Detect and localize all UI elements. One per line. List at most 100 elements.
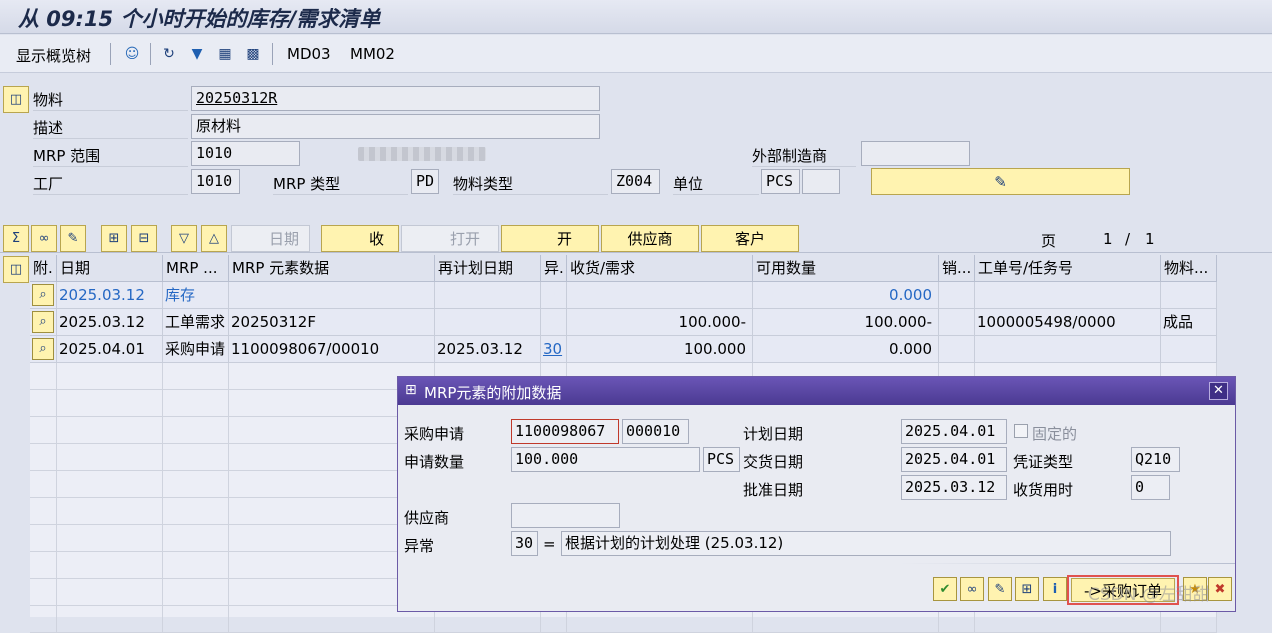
plant-label: 工厂 — [33, 173, 188, 195]
customer-button[interactable]: 客户 — [701, 225, 799, 252]
grid-line — [162, 363, 163, 390]
release-date-label: 批准日期 — [743, 481, 804, 499]
cell-mrp: 工单需求 — [163, 309, 229, 336]
cell-mrp: 库存 — [163, 282, 229, 309]
layout-icon[interactable]: ◫ — [3, 256, 29, 283]
md03-button[interactable]: MD03 — [287, 45, 331, 63]
vendor-button[interactable]: 供应商 — [601, 225, 699, 252]
dialog-icon: ⊞ — [405, 382, 417, 398]
cancel-icon[interactable]: ✖ — [1208, 577, 1232, 601]
cell-data: 20250312F — [229, 309, 435, 336]
material-type-label: 物料类型 — [453, 173, 608, 195]
grid-header-row: 附. 日期 MRP ... MRP 元素数据 再计划日期 异. 收货/需求 可用… — [30, 255, 1217, 282]
cell-data: 1100098067/00010 — [229, 336, 435, 363]
grid-line — [162, 417, 163, 444]
cell-mat: 成品 — [1161, 309, 1217, 336]
vendor-label: 供应商 — [404, 509, 450, 527]
col-header[interactable]: 再计划日期 — [435, 255, 541, 282]
col-header[interactable]: 收货/需求 — [567, 255, 753, 282]
description-label: 描述 — [33, 117, 188, 139]
edit-header-button[interactable]: ✎ — [871, 168, 1130, 195]
grid-line — [228, 444, 229, 471]
collapse-tree-icon[interactable]: ⊟ — [131, 225, 157, 252]
cell-sales — [939, 309, 975, 336]
fixed-checkbox[interactable] — [1014, 424, 1028, 438]
grid-line — [162, 525, 163, 552]
cell-date: 2025.03.12 — [57, 282, 163, 309]
pencil-icon[interactable]: ✎ — [60, 225, 86, 252]
release-date-field: 2025.03.12 — [901, 475, 1007, 500]
hierarchy-icon[interactable]: ⊞ — [1015, 577, 1039, 601]
cell-resched — [435, 282, 541, 309]
mrp-area-field: 1010 — [191, 141, 300, 166]
fixed-label: 固定的 — [1032, 425, 1078, 443]
mm02-button[interactable]: MM02 — [350, 45, 395, 63]
detail-icon[interactable]: ▦ — [214, 43, 236, 65]
col-header[interactable]: 异. — [541, 255, 567, 282]
col-header[interactable]: MRP ... — [163, 255, 229, 282]
delivery-date-label: 交货日期 — [743, 453, 804, 471]
pr-number-field[interactable]: 1100098067 — [511, 419, 619, 444]
sort-up-icon[interactable]: △ — [201, 225, 227, 252]
magnifier-icon[interactable]: ⌕ — [32, 338, 54, 360]
cell-sales — [939, 282, 975, 309]
title-bar: 从 09:15 个小时开始的库存/需求清单 — [0, 0, 1272, 34]
sort-down-icon[interactable]: ▽ — [171, 225, 197, 252]
magnifier-icon[interactable]: ⌕ — [32, 311, 54, 333]
date-button[interactable]: 日期 — [231, 225, 310, 252]
cell-avail: 0.000 — [753, 282, 939, 309]
table-row[interactable]: ⌕ 2025.04.01 采购申请 1100098067/00010 2025.03.1… — [30, 336, 1217, 363]
close-icon[interactable]: ✕ — [1209, 382, 1228, 400]
display-icon[interactable]: ∞ — [960, 577, 984, 601]
grid-line — [162, 444, 163, 471]
cell-avail: 0.000 — [753, 336, 939, 363]
col-header[interactable]: 日期 — [57, 255, 163, 282]
material-field[interactable]: 20250312R — [191, 86, 600, 111]
col-header[interactable]: 销... — [939, 255, 975, 282]
info-icon[interactable]: i — [1043, 577, 1067, 601]
header-toggle-icon[interactable]: ◫ — [3, 86, 29, 113]
receipt-button[interactable]: 收 — [321, 225, 399, 252]
grid-line — [228, 552, 229, 579]
vendor-field — [511, 503, 620, 528]
cell-exc[interactable]: 30 — [541, 336, 567, 363]
refresh-icon[interactable]: ↻ — [158, 43, 180, 65]
grid-line — [228, 606, 229, 633]
open-disabled-button[interactable]: 打开 — [401, 225, 499, 252]
cell-exc — [541, 309, 567, 336]
toolbar-separator — [110, 43, 111, 65]
filter-icon[interactable]: ▼ — [186, 43, 208, 65]
grid-line — [162, 498, 163, 525]
doc-type-field: Q210 — [1131, 447, 1180, 472]
receipt-button-label: 收 — [368, 230, 384, 248]
magnifier-icon[interactable]: ⌕ — [32, 284, 54, 306]
exception-code-field: 30 — [511, 531, 538, 556]
glasses-icon[interactable]: ∞ — [31, 225, 57, 252]
pr-item-field[interactable]: 000010 — [622, 419, 689, 444]
qty-label: 申请数量 — [404, 453, 465, 471]
edit-icon[interactable]: ✎ — [988, 577, 1012, 601]
delivery-date-field: 2025.04.01 — [901, 447, 1007, 472]
toolbar-separator — [150, 43, 151, 65]
col-header[interactable]: 可用数量 — [753, 255, 939, 282]
table-row[interactable]: ⌕ 2025.03.12 工单需求 20250312F 100.000- 100.000-… — [30, 309, 1217, 336]
sum-icon[interactable]: Σ — [3, 225, 29, 252]
unit-extra-field — [802, 169, 840, 194]
open-button-label: 开 — [556, 230, 572, 248]
grid-line — [56, 471, 57, 498]
print-icon[interactable]: ▩ — [242, 43, 264, 65]
table-row[interactable]: ⌕ 2025.03.12 库存 0.000 — [30, 282, 1217, 309]
grid-line — [228, 498, 229, 525]
grid-top-line — [0, 252, 1272, 253]
col-header[interactable]: 附. — [30, 255, 57, 282]
col-header[interactable]: 物料... — [1161, 255, 1217, 282]
grid-line — [162, 606, 163, 633]
person-icon[interactable]: ☺ — [121, 43, 143, 65]
overview-tree-button[interactable]: 显示概览树 — [16, 45, 91, 66]
expand-tree-icon[interactable]: ⊞ — [101, 225, 127, 252]
confirm-icon[interactable]: ✔ — [933, 577, 957, 601]
col-header[interactable]: MRP 元素数据 — [229, 255, 435, 282]
col-header[interactable]: 工单号/任务号 — [975, 255, 1161, 282]
open-button[interactable]: 开 — [501, 225, 599, 252]
unit-label: 单位 — [673, 173, 759, 195]
